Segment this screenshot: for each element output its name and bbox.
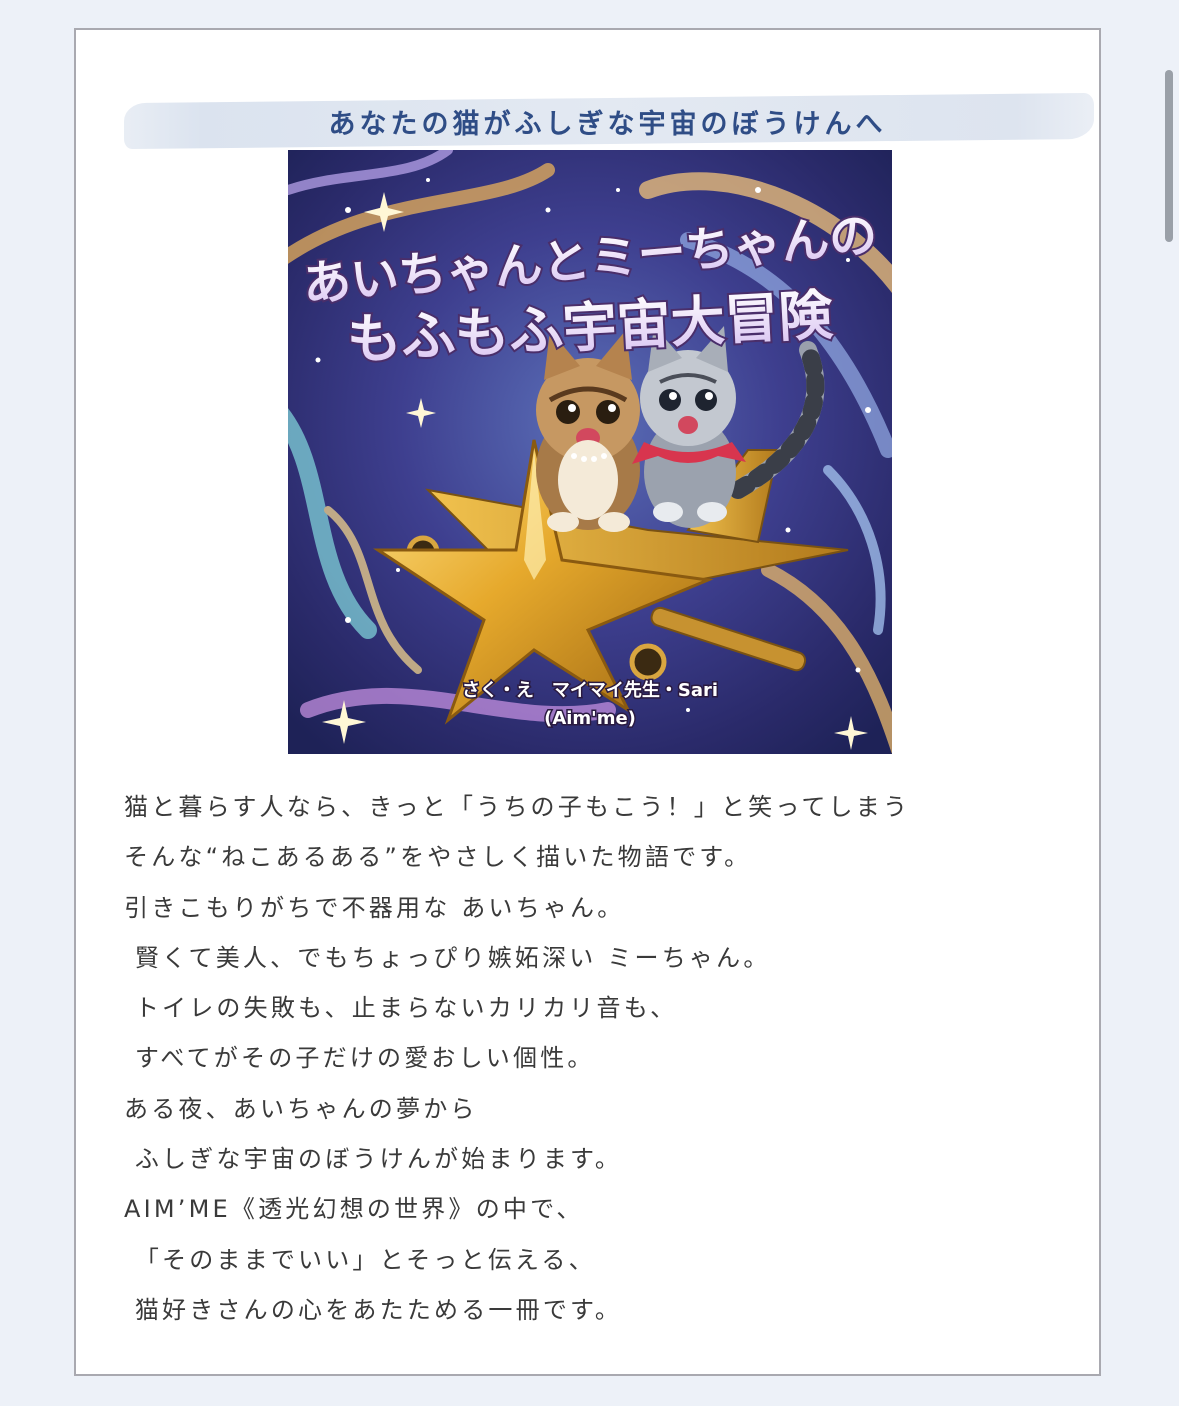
- heading-text: あなたの猫がふしぎな宇宙のぼうけんへ: [328, 109, 887, 140]
- description-line: 猫と暮らす人なら、きっと「うちの子もこう！」と笑ってしまう: [124, 793, 911, 821]
- cover-credit-line1: さく・え マイマイ先生・Sari: [462, 679, 718, 701]
- description-line: すべてがその子だけの愛おしい個性。: [124, 1044, 595, 1073]
- description-line: ある夜、あいちゃんの夢から: [124, 1094, 478, 1123]
- page: あなたの猫がふしぎな宇宙のぼうけんへ あいちゃんとミーちゃんの もふもふ宇宙大冒…: [0, 0, 1179, 1406]
- description-line: トイレの失敗も、止まらないカリカリ音も、: [124, 994, 678, 1023]
- description-line: 賢くて美人、でもちょっぴり嫉妬深い ミーちゃん。: [124, 943, 771, 972]
- description-line: AIM’ME《透光幻想の世界》の中で、: [124, 1195, 584, 1224]
- section-heading: あなたの猫がふしぎな宇宙のぼうけんへ: [120, 92, 1095, 152]
- description-line: 引きこもりがちで不器用な あいちゃん。: [124, 893, 625, 922]
- content-card: あなたの猫がふしぎな宇宙のぼうけんへ あいちゃんとミーちゃんの もふもふ宇宙大冒…: [74, 28, 1101, 1376]
- book-cover-image[interactable]: あいちゃんとミーちゃんの もふもふ宇宙大冒険 さく・え マイマイ先生・Sari …: [288, 150, 892, 754]
- description-line: 「そのままでいい」とそっと伝える、: [124, 1245, 596, 1274]
- description-line: ふしぎな宇宙のぼうけんが始まります。: [124, 1145, 623, 1174]
- page-scrollbar[interactable]: [1165, 70, 1173, 242]
- description-line: 猫好きさんの心をあたためる一冊です。: [124, 1295, 623, 1324]
- cover-credit-line2: (Aim'me): [544, 708, 636, 729]
- book-description: 猫と暮らす人なら、きっと「うちの子もこう！」と笑ってしまう そんな“ねこあるある…: [124, 782, 1084, 1335]
- description-line: そんな“ねこあるある”をやさしく描いた物語です。: [124, 843, 752, 872]
